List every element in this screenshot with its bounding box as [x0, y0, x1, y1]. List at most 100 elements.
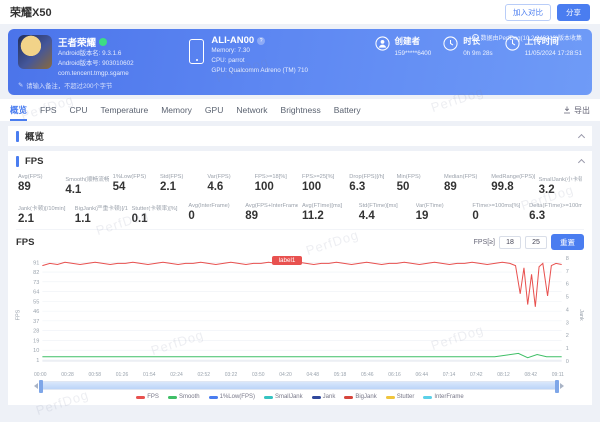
svg-text:64: 64: [33, 290, 39, 296]
fps-chart[interactable]: FPS Jank 91 82 73 64 55 46 37 28 19 10 1 8 7 6 5 4 3 2 1 0 …: [15, 253, 584, 371]
x-tick: 08:42: [524, 372, 538, 379]
stat-label: FPS>=18[%]: [254, 174, 287, 181]
stat-label: Var(FTime): [415, 203, 444, 210]
info-icon: i: [471, 34, 479, 41]
stat-value: 19: [415, 210, 429, 223]
legend-item[interactable]: InterFrame: [423, 394, 464, 400]
x-tick: 09:11: [551, 372, 564, 379]
x-tick: 00:28: [61, 372, 74, 379]
overview-section-header[interactable]: 概览: [8, 126, 592, 147]
legend-item[interactable]: BigJank: [344, 394, 377, 400]
share-button[interactable]: 分享: [557, 3, 590, 21]
svg-text:5: 5: [566, 295, 569, 301]
stat-cell: SmallJank(小卡顿)[%]3.2: [537, 173, 584, 197]
legend-swatch: [344, 395, 354, 399]
stat-value: 89: [245, 210, 258, 223]
tab-brightness[interactable]: Brightness: [281, 99, 321, 121]
export-button[interactable]: 导出: [563, 99, 590, 121]
remark-placeholder: 请输入备注，不超过200个字节: [26, 83, 113, 91]
legend-item[interactable]: FPS: [136, 394, 159, 400]
svg-text:2: 2: [566, 334, 569, 340]
device-memory: Memory: 7.30: [211, 47, 250, 54]
brush-handle-left[interactable]: [39, 380, 43, 394]
svg-text:28: 28: [33, 329, 39, 335]
x-tick: 04:48: [306, 372, 320, 379]
brush-left-arrow-icon[interactable]: [34, 382, 38, 389]
duration-value: 0h 9m 28s: [463, 50, 493, 57]
svg-text:7: 7: [566, 269, 569, 275]
device-info-icon: ?: [257, 36, 266, 45]
threshold-label: FPS[≥]: [473, 238, 495, 246]
legend-item[interactable]: Stutter: [385, 394, 415, 401]
svg-text:0: 0: [566, 359, 569, 365]
remark-input[interactable]: ✎ 请输入备注，不超过200个字节: [18, 81, 582, 90]
tab-memory[interactable]: Memory: [161, 99, 192, 121]
x-tick: 02:52: [197, 372, 211, 379]
device-cpu: CPU: parrot: [211, 56, 245, 64]
stat-cell: Median(FPS) 89: [442, 173, 489, 197]
stat-cell: MedRange(FPS)[%]99.8: [489, 173, 536, 197]
legend-swatch: [385, 395, 395, 399]
stat-label: Var(FPS): [207, 174, 231, 181]
android-icon: [99, 38, 108, 46]
x-tick: 06:16: [388, 372, 401, 379]
fps-line-chart[interactable]: 918273645546372819101876543210: [16, 253, 584, 371]
stat-value: 0.1: [131, 213, 148, 226]
legend-label: Stutter: [396, 394, 415, 401]
svg-text:4: 4: [566, 308, 569, 314]
legend-label: Smooth: [178, 394, 200, 401]
stat-value: 89: [443, 181, 457, 194]
series-Smooth: [42, 353, 562, 359]
brush-right-arrow-icon[interactable]: [560, 382, 564, 389]
stat-value: 2.1: [18, 213, 34, 226]
svg-text:3: 3: [566, 321, 569, 327]
tab-battery[interactable]: Battery: [334, 99, 361, 121]
reset-button[interactable]: 重置: [551, 234, 584, 251]
stat-cell: Var(FTime) 19: [414, 202, 471, 226]
fps-section: FPS Avg(FPS)89Smooth(顺畅流畅度)4.11%Low(FPS)…: [8, 151, 592, 406]
tab-temperature[interactable]: Temperature: [101, 99, 149, 121]
stat-cell: Avg(InterFrame) 0: [186, 202, 243, 226]
tab-overview[interactable]: 概览: [10, 99, 28, 122]
brush-track[interactable]: [39, 380, 559, 394]
tab-cpu[interactable]: CPU: [70, 99, 88, 121]
svg-text:19: 19: [33, 339, 39, 345]
legend-item[interactable]: 1%Low(FPS): [208, 394, 255, 400]
stat-value: 89: [18, 181, 31, 194]
tab-gpu[interactable]: GPU: [205, 99, 223, 121]
stat-value: 100: [301, 181, 322, 194]
stat-value: 4.1: [65, 184, 82, 197]
stat-label: Avg(InterFrame): [188, 203, 230, 210]
brush-handle-right[interactable]: [555, 380, 559, 394]
legend-item[interactable]: Smooth: [167, 394, 200, 401]
fps-section-header[interactable]: FPS: [16, 151, 586, 171]
device-info: ALI-AN00 ? Memory: 7.30 CPU: parrot GPU:…: [189, 35, 362, 75]
tab-fps[interactable]: FPS: [40, 99, 57, 121]
threshold-high-input[interactable]: [525, 235, 547, 249]
edit-icon: ✎: [18, 82, 24, 90]
stat-value: 11.2: [301, 210, 324, 223]
legend-item[interactable]: SmallJank: [263, 394, 303, 400]
stat-value: 0: [472, 210, 479, 223]
stat-label: Median(FPS): [443, 174, 478, 181]
stat-cell: Stutter(卡顿率)[%] 0.1: [130, 202, 187, 226]
stat-value: 99.8: [491, 181, 514, 194]
series-FPS: [42, 262, 562, 308]
stat-cell: FTime>=100ms[%] 0: [470, 202, 527, 226]
stat-label: SmallJank(小卡顿)[%]: [538, 177, 582, 184]
stat-cell: Min(FPS) 50: [395, 173, 442, 197]
app-version-name: Android版本名: 9.3.1.6: [58, 50, 122, 57]
chart-brush[interactable]: [34, 380, 564, 394]
device-gpu: GPU: Qualcomm Adreno (TM) 710: [211, 66, 309, 74]
y-axis-label-left: FPS: [15, 309, 22, 321]
stat-cell: Drop(FPS)[/h] 6.3: [347, 173, 394, 197]
add-to-compare-button[interactable]: 加入对比: [505, 3, 551, 21]
legend-item[interactable]: Jank: [311, 394, 335, 400]
threshold-low-input[interactable]: [499, 235, 521, 249]
brush-selection[interactable]: [41, 382, 557, 390]
fps-stats-row-1: Avg(FPS)89Smooth(顺畅流畅度)4.11%Low(FPS)54St…: [16, 171, 584, 200]
tab-network[interactable]: Network: [236, 99, 267, 121]
section-accent: [16, 130, 19, 142]
creator-label: 创建者: [394, 36, 421, 46]
stat-cell: Std(FTime)[ms] 4.4: [357, 202, 414, 226]
